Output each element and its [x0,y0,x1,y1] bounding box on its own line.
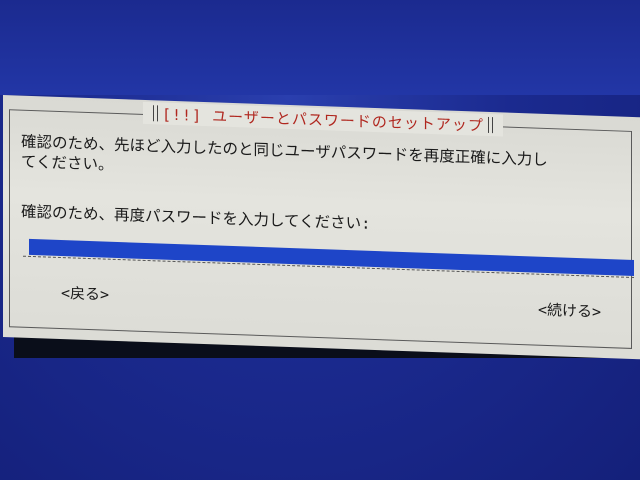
title-left-bracket [153,105,158,122]
setup-dialog: [!!] ユーザーとパスワードのセットアップ 確認のため、先ほど入力したのと同じ… [3,95,640,360]
back-button[interactable]: <戻る> [61,282,109,305]
continue-button[interactable]: <続ける> [538,299,601,322]
desktop-background [0,0,640,95]
title-right-bracket [487,116,493,134]
